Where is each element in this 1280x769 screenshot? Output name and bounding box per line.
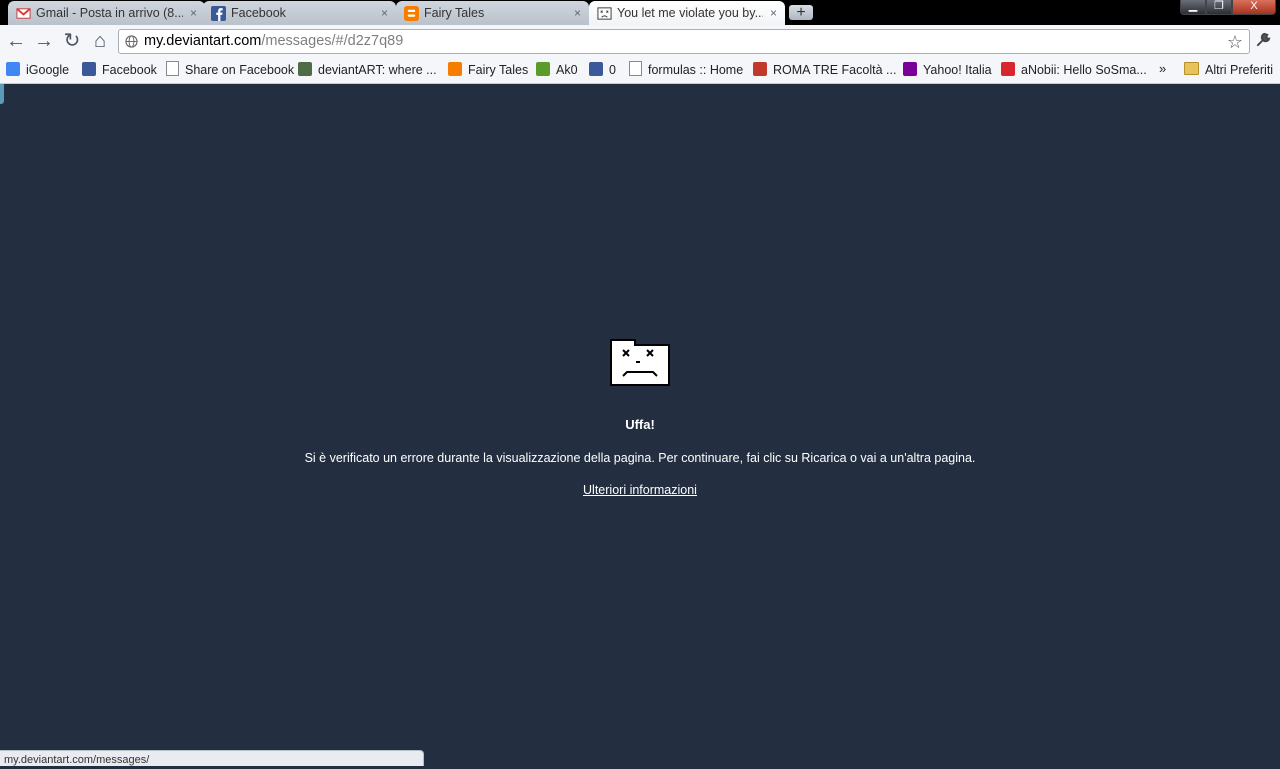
tab-close-icon[interactable]: ×: [190, 6, 197, 20]
deviantart-icon: [298, 62, 312, 76]
bookmark-star-icon[interactable]: ☆: [1227, 31, 1243, 53]
facebook-icon: [211, 6, 226, 21]
gmail-icon: [16, 8, 31, 19]
sad-tab-folder-icon: [610, 339, 670, 386]
bookmark-item[interactable]: deviantART: where ...: [298, 58, 437, 83]
bookmark-label: Ak0: [556, 63, 578, 77]
forward-button[interactable]: →: [32, 29, 56, 53]
error-message: Si è verificato un errore durante la vis…: [304, 451, 976, 465]
bookmark-label: aNobii: Hello SoSma...: [1021, 63, 1147, 77]
bookmark-item[interactable]: ROMA TRE Facoltà ...: [753, 58, 896, 83]
bookmark-label: iGoogle: [26, 63, 70, 77]
facebook-icon: [82, 62, 96, 76]
new-tab-button[interactable]: +: [789, 5, 813, 21]
bookmark-item[interactable]: 0: [589, 58, 616, 83]
igoogle-icon: [6, 62, 20, 76]
bookmark-label: Facebook: [102, 63, 157, 77]
home-button[interactable]: ⌂: [88, 29, 112, 53]
other-bookmarks-label: Altri Preferiti: [1205, 63, 1274, 77]
bookmark-label: 0: [609, 63, 616, 77]
romatre-icon: [753, 62, 767, 76]
maximize-button[interactable]: ❐: [1206, 0, 1232, 15]
tab-label: You let me violate you by...: [617, 6, 763, 20]
bookmark-item[interactable]: Share on Facebook: [166, 58, 294, 83]
bookmark-label: Yahoo! Italia: [923, 63, 992, 77]
tab-gmail[interactable]: Gmail - Posta in arrivo (8... ×: [8, 1, 205, 25]
facebook-icon: [589, 62, 603, 76]
bookmark-item[interactable]: aNobii: Hello SoSma...: [1001, 58, 1147, 83]
folder-icon: [1184, 62, 1199, 75]
sad-tab-page: Uffa! Si è verificato un errore durante …: [0, 84, 1280, 766]
close-window-button[interactable]: X: [1232, 0, 1276, 15]
bookmark-item[interactable]: Fairy Tales: [448, 58, 528, 83]
ak0-icon: [536, 62, 550, 76]
page-icon: [629, 61, 642, 76]
page-icon: [166, 61, 179, 76]
minimize-button[interactable]: ▁: [1180, 0, 1206, 15]
tab-close-icon[interactable]: ×: [574, 6, 581, 20]
blogger-icon: [448, 62, 462, 76]
bookmark-label: deviantART: where ...: [318, 63, 437, 77]
tab-deviantart-active[interactable]: You let me violate you by... ×: [589, 1, 785, 25]
bookmark-label: Fairy Tales: [468, 63, 529, 77]
tab-close-icon[interactable]: ×: [381, 6, 388, 20]
tab-facebook[interactable]: Facebook ×: [203, 1, 396, 25]
bookmark-label: formulas :: Home: [648, 63, 744, 77]
learn-more: Ulteriori informazioni: [0, 483, 1280, 497]
blogger-icon: [404, 6, 419, 21]
sad-tab-icon: [597, 7, 612, 20]
window-controls: ▁ ❐ X: [1180, 0, 1276, 18]
tab-strip: Gmail - Posta in arrivo (8... × Facebook…: [0, 0, 1280, 25]
url-path: /messages/#/d2z7q89: [261, 33, 404, 49]
url-text[interactable]: my.deviantart.com/messages/#/d2z7q89: [144, 30, 403, 53]
tab-label: Facebook: [231, 6, 286, 20]
bookmark-label: ROMA TRE Facoltà ...: [773, 63, 897, 77]
tab-close-icon[interactable]: ×: [770, 6, 777, 20]
bookmark-item[interactable]: Facebook: [82, 58, 157, 83]
address-bar[interactable]: my.deviantart.com/messages/#/d2z7q89 ☆: [118, 29, 1250, 54]
status-bar: my.deviantart.com/messages/: [0, 750, 424, 766]
yahoo-icon: [903, 62, 917, 76]
bookmark-item[interactable]: formulas :: Home: [629, 58, 743, 83]
tab-fairy-tales[interactable]: Fairy Tales ×: [396, 1, 589, 25]
url-host: my.deviantart.com: [144, 33, 262, 49]
tab-label: Gmail - Posta in arrivo (8...: [36, 6, 183, 20]
bookmarks-overflow-button[interactable]: »: [1159, 58, 1166, 83]
wrench-menu-icon[interactable]: [1254, 29, 1272, 49]
learn-more-link[interactable]: Ulteriori informazioni: [583, 483, 697, 497]
other-bookmarks-folder[interactable]: Altri Preferiti: [1184, 58, 1273, 83]
bookmark-label: Share on Facebook: [185, 63, 295, 77]
bookmark-item[interactable]: Yahoo! Italia: [903, 58, 992, 83]
bookmark-item[interactable]: Ak0: [536, 58, 578, 83]
bookmark-item[interactable]: iGoogle: [6, 58, 69, 83]
reload-button[interactable]: ↻: [60, 29, 84, 53]
anobii-icon: [1001, 62, 1015, 76]
toolbar: ← → ↻ ⌂ my.deviantart.com/messages/#/d2z…: [0, 25, 1280, 58]
tab-label: Fairy Tales: [424, 6, 485, 20]
globe-icon: [125, 35, 138, 48]
error-title: Uffa!: [625, 417, 655, 432]
back-button[interactable]: ←: [4, 29, 28, 53]
